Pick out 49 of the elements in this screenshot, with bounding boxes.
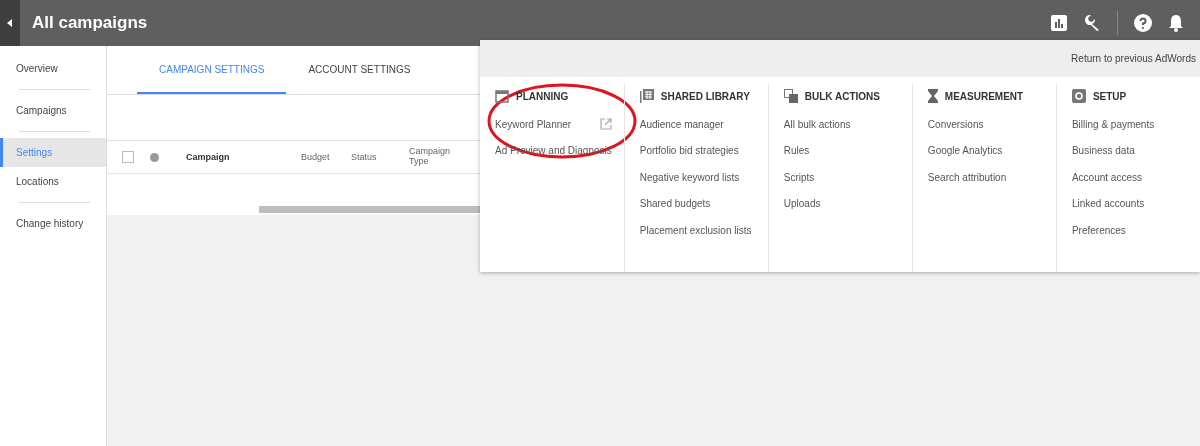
menu-item[interactable]: Preferences [1071,224,1126,236]
menu-item[interactable]: Conversions [927,118,984,130]
column-header[interactable]: Status [351,152,409,162]
scrollbar-thumb[interactable] [259,206,480,213]
column-header[interactable]: Campaign Type [409,147,459,167]
section-title: BULK ACTIONS [804,90,880,102]
menu-item[interactable]: Uploads [783,198,821,210]
help-icon[interactable] [1134,14,1152,32]
sidebar-item[interactable]: Change history [0,209,106,238]
stacked-squares-icon [783,89,798,103]
wrench-icon[interactable] [1083,14,1101,32]
menu-item[interactable]: Rules [783,145,810,157]
column-header[interactable]: Campaign [186,152,301,162]
section-title: SETUP [1092,90,1127,102]
page-title: All campaigns [32,13,148,33]
chart-icon[interactable] [1051,15,1067,31]
menu-item[interactable]: Keyword Planner [495,118,572,130]
caret-icon [7,19,13,27]
hourglass-icon [927,89,938,103]
return-link[interactable]: Return to previous AdWords [1071,53,1196,64]
menu-item[interactable]: Audience manager [639,118,724,130]
sidebar-item[interactable]: Overview [0,54,106,83]
menu-item[interactable]: Portfolio bid strategies [639,145,739,157]
tab[interactable]: ACCOUNT SETTINGS [286,46,433,94]
menu-item[interactable]: Linked accounts [1071,198,1145,210]
menu-item[interactable]: All bulk actions [783,118,851,130]
grid-icon [639,89,654,103]
section-title: SHARED LIBRARY [660,90,750,102]
status-dot-icon [150,152,159,162]
sidebar-item[interactable]: Campaigns [0,96,106,125]
menu-item[interactable]: Google Analytics [927,145,1003,157]
menu-item[interactable]: Billing & payments [1071,118,1155,130]
menu-item[interactable]: Placement exclusion lists [639,224,752,236]
column-header[interactable]: Budget [301,152,351,162]
menu-item[interactable]: Negative keyword lists [639,171,740,183]
section-title: MEASUREMENT [944,90,1024,102]
checkbox[interactable] [122,151,134,163]
menu-item[interactable]: Account access [1071,171,1142,183]
calendar-icon [495,89,509,103]
menu-item[interactable]: Scripts [783,171,815,183]
tab[interactable]: CAMPAIGN SETTINGS [137,46,287,94]
menu-item[interactable]: Business data [1071,145,1135,157]
collapse-button[interactable] [0,0,20,46]
menu-item[interactable]: Search attribution [927,171,1007,183]
sidebar-item[interactable]: Locations [0,167,106,196]
gear-icon [1071,89,1086,103]
menu-item[interactable]: Shared budgets [639,198,711,210]
notification-bell-icon[interactable] [1168,14,1184,32]
section-title: PLANNING [516,90,569,102]
